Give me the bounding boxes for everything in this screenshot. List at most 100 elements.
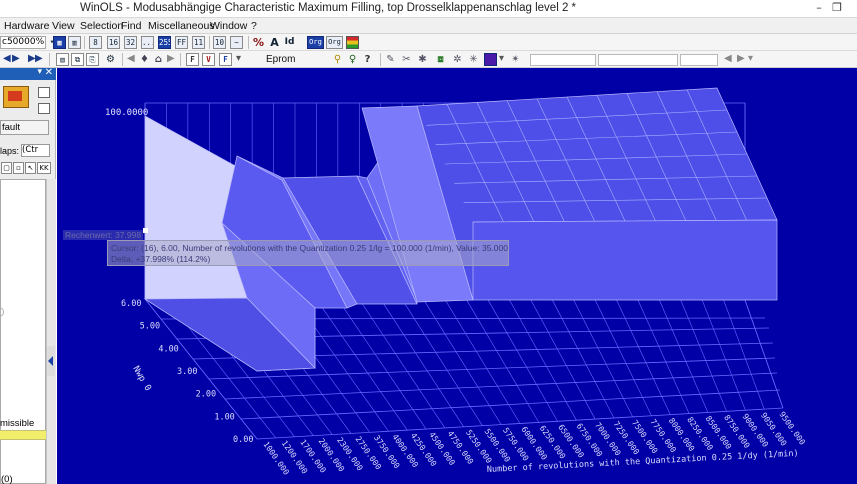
tools4-icon[interactable]: ✲ [451,53,464,66]
bits-16-button[interactable]: 16 [107,36,120,49]
permissible-text: missible [0,418,35,429]
item-count: (0) [1,474,13,484]
cursor-tooltip: Cursor: (16), 6.00, Number of revolution… [107,240,509,266]
tools2-icon[interactable]: ✂ [400,53,413,66]
function-icon[interactable]: F [186,53,199,66]
lohi-button[interactable]: 10 [213,36,226,49]
verify-icon[interactable]: V [202,53,215,66]
floor-column-line [466,299,540,423]
winols-window: WinOLS - Modusabhängige Characteristic M… [0,0,857,484]
dec-255-button[interactable]: 255 [158,36,171,49]
panel-toolbar: ▢ ▫ ↖ KK [0,162,56,175]
nav-forward-icon[interactable]: ▶ [737,53,745,64]
maps-select[interactable]: (Ctr [21,144,50,157]
percent-button[interactable]: % [252,36,265,49]
tools5-icon[interactable]: ✳ [467,53,480,66]
y-tick-label: 2.00 [196,390,216,400]
delta-button[interactable]: A [268,36,281,49]
map-list-scrollbar[interactable] [46,179,56,484]
menu-hardware[interactable]: Hardware [4,20,50,32]
copy-icon[interactable]: ⧉ [71,53,84,66]
edit-icon[interactable]: ✎ [384,53,397,66]
map-surface-mesh [143,87,778,372]
view-3d-icon[interactable]: ▦ [53,36,66,49]
map-3d-surface[interactable]: 100.0000 0.00 1.00 2.00 3.00 4.00 5.00 6.00 Nw… [57,68,857,484]
title-bar: WinOLS - Modusabhängige Characteristic M… [0,0,857,18]
org-compare-button[interactable]: Org [326,36,343,49]
folder-icon[interactable] [3,86,29,108]
color-icon[interactable] [484,53,497,66]
bits-8-button[interactable]: 8 [89,36,102,49]
toolbar-more-icon[interactable]: ▾ [748,53,753,64]
nav-first-icon[interactable]: ◀ [3,53,11,64]
menu-miscellaneous[interactable]: Miscellaneous [148,20,215,32]
find-icon[interactable]: F [219,53,232,66]
y-tick-label: 6.00 [121,299,141,309]
nav-last-icon[interactable]: ▶ [35,53,43,64]
panel-menu-icon[interactable]: ▾ [37,67,42,77]
color-scheme-icon[interactable] [346,36,359,49]
hex-ff-button[interactable]: FF [175,36,188,49]
x-axis-label: Number of revolutions with the Quantizat… [487,449,799,475]
map-3d-view[interactable]: 100.0000 0.00 1.00 2.00 3.00 4.00 5.00 6.00 Nw… [57,68,857,484]
floor-column-line [530,299,596,420]
pointer-icon[interactable]: ↖ [25,162,36,174]
tools3-icon[interactable]: ✱ [416,53,429,66]
bits-more-button[interactable]: ... [141,36,154,49]
select-field-2[interactable] [598,54,678,66]
close-icon[interactable]: ✕ [45,67,53,78]
color-dropdown-icon[interactable]: ▾ [499,53,504,64]
menu-help[interactable]: ? [251,20,257,32]
search-icon[interactable]: ⚲ [331,53,344,66]
binary-button[interactable]: 11 [192,36,205,49]
maximize-button[interactable]: ❐ [826,0,848,17]
toolbar-separator [248,36,249,49]
zoom-field[interactable]: c50000% [0,36,46,49]
y-tick-label: 4.00 [158,344,178,354]
menu-find[interactable]: Find [121,20,141,32]
default-button[interactable]: fault [0,120,49,135]
cursor-info: Cursor: (16), 6.00, Number of revolution… [111,243,508,253]
maps-label: laps: [0,146,20,156]
back-icon[interactable]: ◀ [127,53,135,64]
eprom-label[interactable]: Eprom [266,54,295,65]
sort-icon[interactable]: ▫ [13,162,24,174]
toolbar-separator [209,36,210,49]
toolbar-separator [122,53,123,66]
bits-32-button[interactable]: 32 [124,36,137,49]
tools-icon[interactable]: ⚙ [104,53,117,66]
car-icon[interactable]: ♦ [138,53,151,66]
eprom-dropdown-icon[interactable]: ▾ [236,53,241,64]
delta-info: Delta: +37.998% (114.2%) [111,254,211,264]
collapse-panel-handle[interactable] [47,346,55,376]
view-2d-icon[interactable]: ▥ [68,36,81,49]
highlighted-row[interactable] [0,430,46,440]
import-icon[interactable] [38,87,50,98]
kk-icon[interactable]: KK [37,162,51,174]
menu-window[interactable]: Window [210,20,247,32]
menu-selection[interactable]: Selection [80,20,123,32]
menu-view[interactable]: View [52,20,75,32]
copy-map-icon[interactable]: ⧈ [434,53,447,66]
export-icon[interactable] [38,103,50,114]
wave-button[interactable]: ~ [230,36,243,49]
id-button[interactable]: Id [283,36,296,49]
home-icon[interactable]: ⌂ [152,53,165,66]
y-tick-label: 3.00 [177,367,197,377]
filter-icon[interactable]: ▢ [1,162,12,174]
select-field-3[interactable] [680,54,718,66]
light-icon[interactable]: ♀ [346,53,359,66]
tools6-icon[interactable]: ✴ [509,53,522,66]
surface-high-front [472,219,778,301]
table-icon[interactable]: ▤ [56,53,69,66]
select-field-1[interactable] [530,54,596,66]
cursor-marker[interactable] [143,228,148,233]
window-title: WinOLS - Modusabhängige Characteristic M… [80,2,577,14]
help-icon[interactable]: ? [361,53,374,66]
org-button[interactable]: Org [307,36,324,49]
nav-prev-icon[interactable]: ▶ [12,53,20,64]
nav-back-icon[interactable]: ◀ [724,53,732,64]
y-tick-label: 5.00 [140,322,160,332]
forward-icon[interactable]: ▶ [167,53,175,64]
paste-icon[interactable]: ⎘ [86,53,99,66]
